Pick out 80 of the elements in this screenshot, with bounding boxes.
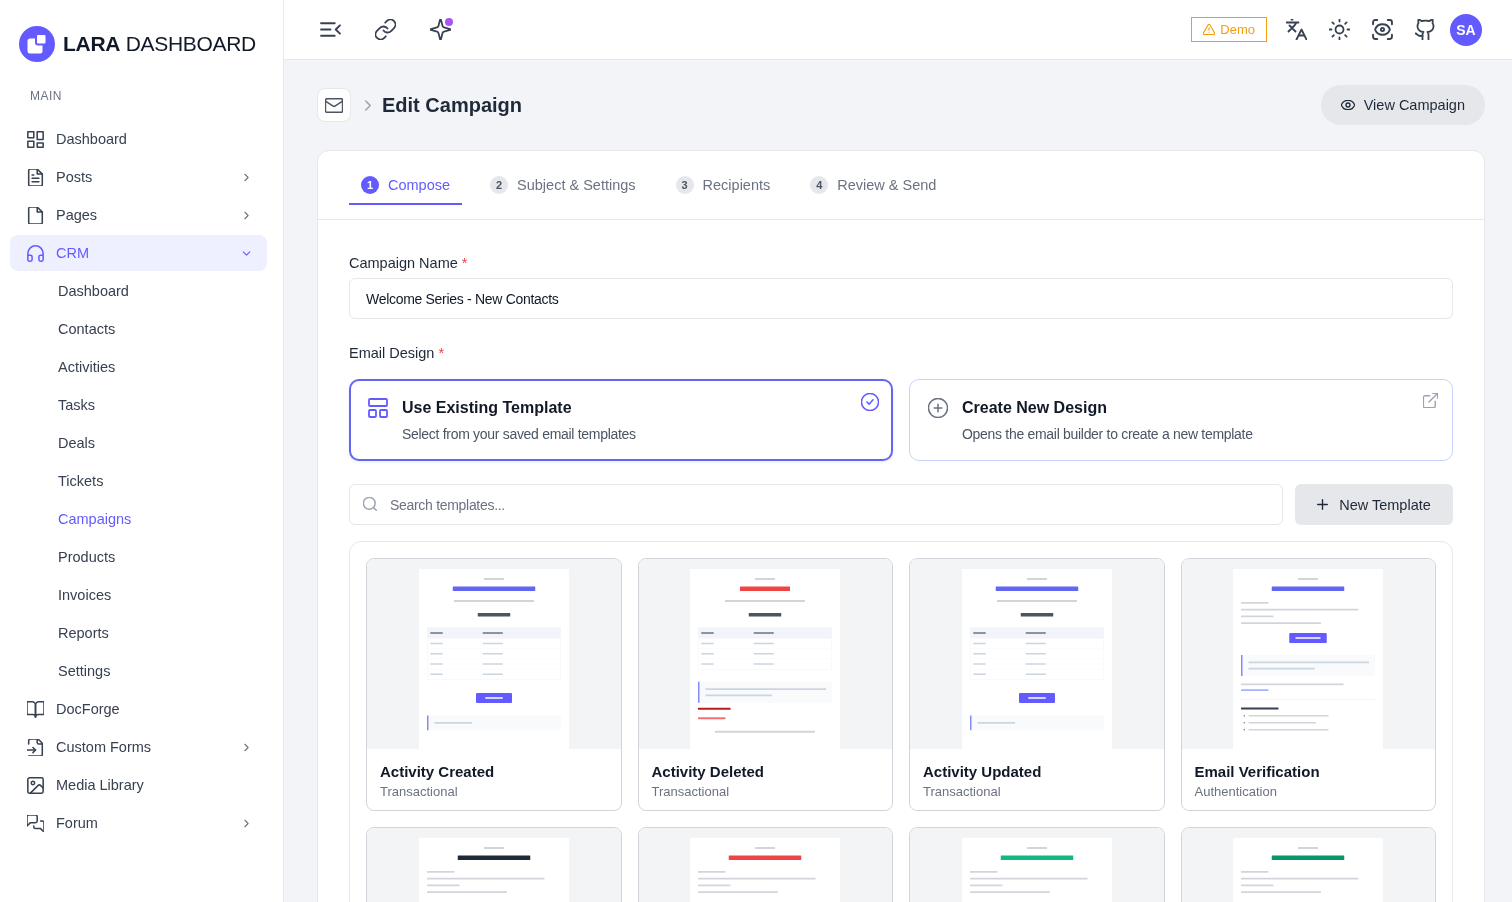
nav-subitem[interactable]: Dashboard xyxy=(10,273,267,309)
nav-subitem[interactable]: Campaigns xyxy=(10,501,267,537)
option-title: Create New Design xyxy=(962,398,1108,418)
nav-item[interactable]: Posts xyxy=(10,159,267,195)
sun-icon[interactable] xyxy=(1328,19,1350,40)
option-description: Opens the email builder to create a new template xyxy=(962,425,1253,444)
eye-scan-icon[interactable] xyxy=(1371,19,1393,40)
template-name: Email Verification xyxy=(1194,762,1321,782)
step-number: 4 xyxy=(810,175,829,194)
cat-icon[interactable] xyxy=(1414,19,1436,40)
template-card[interactable]: Email Verification Authentication xyxy=(1180,558,1436,811)
sparkle-icon[interactable] xyxy=(429,19,451,40)
warning-icon xyxy=(1203,24,1216,35)
template-category: Transactional xyxy=(651,783,731,801)
nav-item[interactable]: DocForge xyxy=(10,691,267,727)
section-label: MAIN xyxy=(30,89,62,103)
nav-subitem[interactable]: Settings xyxy=(10,653,267,689)
chevron-right-icon xyxy=(365,99,371,111)
chat-icon xyxy=(27,814,44,832)
headphones-icon xyxy=(27,244,44,262)
option-description: Select from your saved email templates xyxy=(402,425,636,444)
image-icon xyxy=(27,776,44,794)
eye-icon xyxy=(1340,100,1355,110)
field-label: Email Design xyxy=(349,344,435,363)
option-title: Use Existing Template xyxy=(402,398,573,418)
template-card[interactable]: Activity Deleted Transactional xyxy=(637,558,893,811)
logo-icon xyxy=(19,26,55,62)
nav-item[interactable]: Custom Forms xyxy=(10,729,267,765)
template-name: Activity Updated xyxy=(923,762,1043,782)
step-tab[interactable]: 2 Subject & Settings xyxy=(478,166,648,205)
template-category: Transactional xyxy=(380,783,459,801)
nav-item[interactable]: CRM xyxy=(10,235,267,271)
template-name: Activity Created xyxy=(380,762,496,782)
design-option-card[interactable]: Create New Design Opens the email builder to create a new template xyxy=(909,379,1453,461)
template-category: Transactional xyxy=(923,783,1002,801)
file-icon xyxy=(27,206,44,224)
search-icon xyxy=(363,497,377,511)
required-mark: * xyxy=(438,344,445,363)
required-mark: * xyxy=(461,254,468,273)
nav-subitem[interactable]: Products xyxy=(10,539,267,575)
view-campaign-button[interactable]: View Campaign xyxy=(1320,85,1485,125)
external-link-icon xyxy=(1423,393,1438,408)
book-icon xyxy=(27,700,44,718)
step-tab[interactable]: 1 Compose xyxy=(349,166,463,205)
nav-subitem[interactable]: Invoices xyxy=(10,577,267,613)
step-number: 1 xyxy=(361,175,379,194)
nav-item[interactable]: Dashboard xyxy=(10,121,267,157)
campaign-name-input[interactable]: Welcome Series - New Contacts xyxy=(349,278,1453,319)
design-option-card[interactable]: Use Existing Template Select from your saved email templates xyxy=(349,379,893,461)
translate-icon[interactable] xyxy=(1285,19,1307,40)
nav-item[interactable]: Media Library xyxy=(10,767,267,803)
step-tab[interactable]: 4 Review & Send xyxy=(798,166,949,205)
layout-icon xyxy=(368,398,388,418)
template-category: Authentication xyxy=(1194,783,1278,801)
nav-subitem[interactable]: Tasks xyxy=(10,387,267,423)
mail-icon xyxy=(317,88,351,122)
new-template-button[interactable]: New Template xyxy=(1295,484,1453,525)
grid-icon xyxy=(27,130,44,148)
template-card[interactable]: Activity Updated Transactional xyxy=(909,558,1165,811)
step-number: 3 xyxy=(675,175,694,194)
plus-icon xyxy=(1317,499,1329,510)
nav-subitem[interactable]: Contacts xyxy=(10,311,267,347)
document-icon xyxy=(27,168,44,186)
logo-text: LARA DASHBOARD xyxy=(63,32,256,56)
nav-item[interactable]: Forum xyxy=(10,805,267,841)
nav-subitem[interactable]: Activities xyxy=(10,349,267,385)
step-number: 2 xyxy=(490,175,509,194)
user-avatar[interactable]: SA xyxy=(1450,13,1482,46)
nav-subitem[interactable]: Deals xyxy=(10,425,267,461)
page-title: Edit Campaign xyxy=(382,93,522,117)
nav-subitem[interactable]: Tickets xyxy=(10,463,267,499)
step-tab[interactable]: 3 Recipients xyxy=(663,166,783,205)
menu-icon[interactable] xyxy=(319,19,341,40)
link-icon[interactable] xyxy=(374,19,396,40)
field-label: Campaign Name xyxy=(349,254,458,273)
template-name: Activity Deleted xyxy=(651,762,766,782)
template-card[interactable]: Activity Created Transactional xyxy=(366,558,622,811)
search-field[interactable]: Search templates... xyxy=(349,484,1283,525)
nav-item[interactable]: Pages xyxy=(10,197,267,233)
nav-subitem[interactable]: Reports xyxy=(10,615,267,651)
